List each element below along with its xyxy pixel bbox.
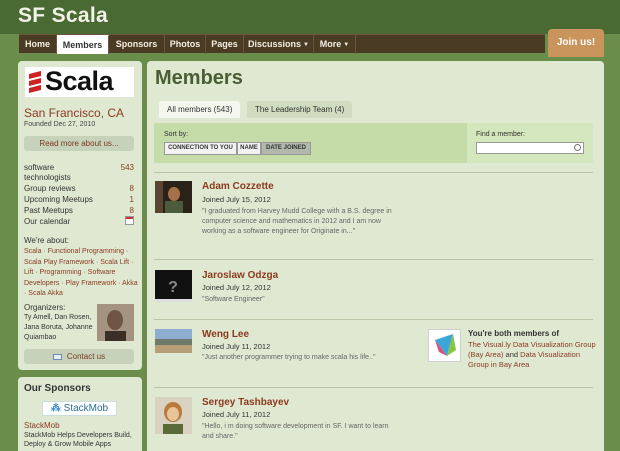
member-photo[interactable] xyxy=(155,397,192,434)
stackmob-logo[interactable]: ⁂ StackMob xyxy=(42,401,117,416)
member-name[interactable]: Adam Cozzette xyxy=(202,181,274,192)
caret-down-icon: ▼ xyxy=(303,42,309,48)
organizer-names[interactable]: Ty Amell, Dan Rosen, Jana Boruta, Johann… xyxy=(24,313,106,343)
sort-label: Sort by: xyxy=(164,131,189,138)
about-heading: We're about: xyxy=(24,236,69,245)
divider xyxy=(154,172,593,173)
member-photo[interactable] xyxy=(155,181,192,213)
group-sidebar: Scala San Francisco, CA Founded Dec 27, … xyxy=(18,61,142,370)
divider xyxy=(154,387,593,388)
member-avatar-image xyxy=(155,397,192,434)
nav-discussions[interactable]: Discussions ▼ xyxy=(244,35,314,54)
sponsor-name[interactable]: StackMob xyxy=(24,421,60,430)
read-more-button[interactable]: Read more about us... xyxy=(24,136,134,151)
sort-name-button[interactable]: NAME xyxy=(237,142,261,155)
envelope-icon xyxy=(52,354,62,360)
member-photo[interactable] xyxy=(155,329,192,353)
group-logo[interactable]: Scala xyxy=(25,66,134,97)
page-title: Members xyxy=(155,67,243,89)
member-photo[interactable]: ? xyxy=(155,270,192,302)
member-name[interactable]: Jaroslaw Odzga xyxy=(202,270,278,281)
organizer-photo[interactable] xyxy=(97,304,134,341)
sponsor-description: StackMob Helps Developers Build, Deploy … xyxy=(24,432,132,448)
stat-reviews-value[interactable]: 8 xyxy=(130,184,134,193)
member-quote: "Hello, i m doing software development i… xyxy=(202,423,389,440)
sponsors-panel: Our Sponsors ⁂ StackMob StackMob StackMo… xyxy=(18,377,142,451)
top-banner: SF Scala xyxy=(0,0,620,34)
contact-label: Contact us xyxy=(66,352,106,361)
caret-down-icon: ▼ xyxy=(343,42,350,48)
member-joined: Joined July 11, 2012 xyxy=(202,342,271,351)
organizers-heading: Organizers: xyxy=(24,303,66,312)
stat-members-label[interactable]: software technologists xyxy=(24,163,94,183)
scala-logo-icon xyxy=(29,71,41,93)
nav-sponsors[interactable]: Sponsors xyxy=(109,35,165,54)
shared-groups-and: and xyxy=(503,350,521,359)
member-avatar-image xyxy=(155,329,192,353)
member-name[interactable]: Sergey Tashbayev xyxy=(202,397,289,408)
visually-logo-image xyxy=(435,334,456,356)
tab-leadership-team[interactable]: The Leadership Team (4) xyxy=(247,101,353,118)
sort-connection-button[interactable]: CONNECTION TO YOU xyxy=(164,142,237,155)
group-city[interactable]: San Francisco, CA xyxy=(24,106,124,120)
find-member-label: Find a member: xyxy=(476,131,526,138)
nav-members[interactable]: Members xyxy=(57,35,109,54)
find-member-input[interactable] xyxy=(476,142,584,154)
join-button[interactable]: Join us! xyxy=(548,29,604,57)
shared-groups-text: The Visual.ly Data Visualization Group (… xyxy=(468,340,598,370)
divider xyxy=(154,259,593,260)
calendar-icon[interactable] xyxy=(125,216,134,225)
calendar-link[interactable]: Our calendar xyxy=(24,217,70,226)
logo-text: Scala xyxy=(45,66,114,96)
members-panel: Members All members (543) The Leadership… xyxy=(147,61,604,451)
sort-date-joined-button[interactable]: DATE JOINED xyxy=(261,142,311,155)
stackmob-mark-icon: ⁂ xyxy=(50,403,61,414)
magnifier-icon[interactable] xyxy=(574,144,581,151)
organizer-avatar-image xyxy=(97,304,134,341)
find-member: Find a member: xyxy=(467,123,593,163)
nav-home[interactable]: Home xyxy=(19,35,57,54)
contact-button[interactable]: Contact us xyxy=(24,349,134,364)
stat-past-value[interactable]: 8 xyxy=(130,206,134,215)
member-avatar-image: ? xyxy=(155,270,192,302)
nav-pages[interactable]: Pages xyxy=(206,35,244,54)
stackmob-logo-text: StackMob xyxy=(63,403,109,414)
stat-reviews-label[interactable]: Group reviews xyxy=(24,184,76,193)
nav-photos[interactable]: Photos xyxy=(165,35,206,54)
visually-logo-icon[interactable] xyxy=(428,329,461,362)
member-joined: Joined July 12, 2012 xyxy=(202,283,271,292)
svg-text:?: ? xyxy=(168,279,178,296)
member-name[interactable]: Weng Lee xyxy=(202,329,249,340)
divider xyxy=(154,319,593,320)
nav-more[interactable]: More ▼ xyxy=(314,35,356,54)
member-quote: "Just another programmer trying to make … xyxy=(202,354,376,361)
nav-discussions-label: Discussions xyxy=(248,39,302,49)
member-quote: "I graduated from Harvey Mudd College wi… xyxy=(202,208,392,235)
site-title[interactable]: SF Scala xyxy=(18,4,108,28)
member-avatar-image xyxy=(155,181,192,213)
stat-upcoming-label[interactable]: Upcoming Meetups xyxy=(24,195,93,204)
stat-upcoming-value[interactable]: 1 xyxy=(130,195,134,204)
filter-bar: Sort by: CONNECTION TO YOU NAME DATE JOI… xyxy=(154,123,593,163)
member-joined: Joined July 15, 2012 xyxy=(202,195,271,204)
stat-past-label[interactable]: Past Meetups xyxy=(24,206,73,215)
topic-links[interactable]: Scala · Functional Programming · Scala P… xyxy=(24,247,138,300)
founded-date: Founded Dec 27, 2010 xyxy=(24,121,96,128)
tab-all-members[interactable]: All members (543) xyxy=(159,101,241,118)
shared-groups-title: You're both members of xyxy=(468,329,560,338)
main-nav: Home Members Sponsors Photos Pages Discu… xyxy=(19,34,545,54)
stat-members-value[interactable]: 543 xyxy=(121,163,134,172)
member-joined: Joined July 11, 2012 xyxy=(202,410,271,419)
nav-more-label: More xyxy=(319,39,342,49)
sponsors-heading: Our Sponsors xyxy=(24,383,91,394)
member-quote: "Software Engineer" xyxy=(202,296,265,303)
